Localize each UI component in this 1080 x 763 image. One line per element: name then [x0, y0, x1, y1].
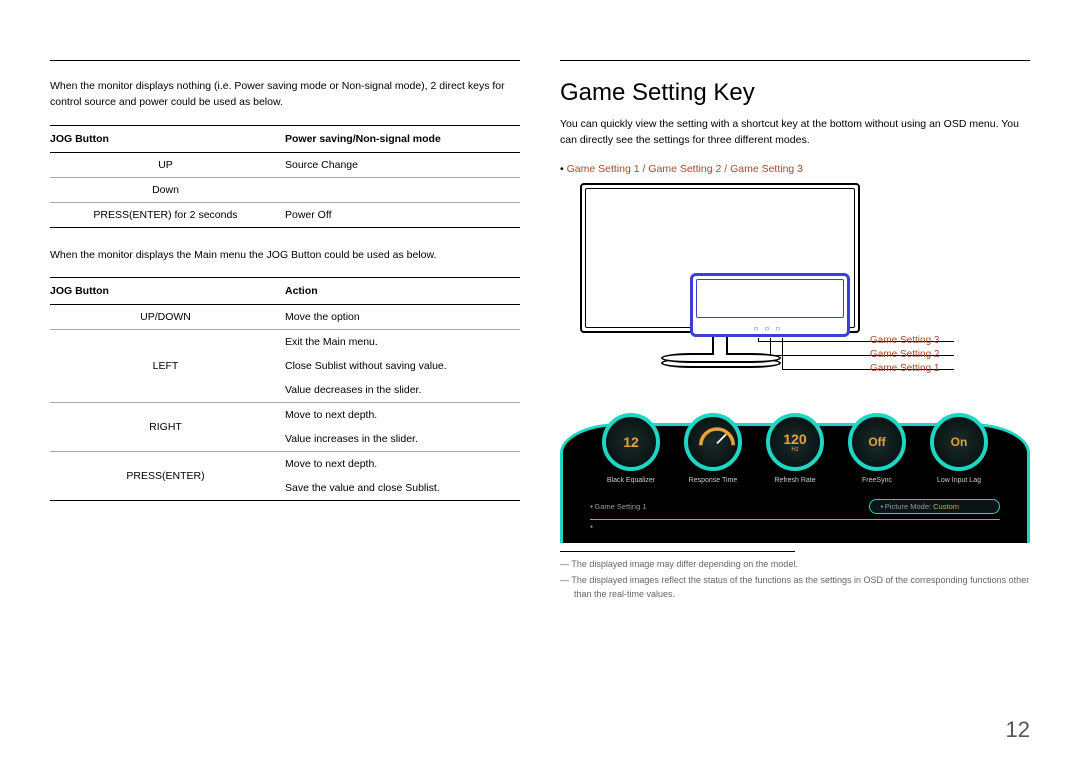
gauge-arc-icon — [698, 429, 736, 447]
page-number: 12 — [1006, 717, 1030, 743]
gauge-response-time: Response Time — [682, 413, 744, 484]
t2-press: PRESS(ENTER) — [50, 452, 285, 501]
t2-r0b: Move the option — [285, 305, 520, 330]
t2-h1: JOG Button — [50, 278, 285, 305]
picture-mode-pill: Picture Mode: Custom — [869, 499, 1000, 514]
osd-panel: 12 Black Equalizer Response Time 120Hz R… — [560, 413, 1030, 543]
t1-h2: Power saving/Non-signal mode — [285, 125, 520, 152]
section-title: Game Setting Key — [560, 79, 1030, 107]
t2-right: RIGHT — [50, 403, 285, 452]
osd-mode-label: Game Setting 1 — [590, 502, 647, 511]
callout-2: Game Setting 2 — [870, 349, 990, 360]
t1-r2a: PRESS(ENTER) for 2 seconds — [50, 202, 285, 227]
footnote-1: The displayed image may differ depending… — [560, 558, 1030, 572]
t1-r0a: UP — [50, 152, 285, 177]
gauge-low-input-lag: On Low Input Lag — [928, 413, 990, 484]
game-setting-bullet: Game Setting 1 / Game Setting 2 / Game S… — [560, 163, 1030, 175]
gauge-freesync: Off FreeSync — [846, 413, 908, 484]
gauge-refresh-rate: 120Hz Refresh Rate — [764, 413, 826, 484]
intro-text-1: When the monitor displays nothing (i.e. … — [50, 79, 520, 111]
bullet-g1: Game Setting 1 — [567, 163, 640, 175]
t2-r2b: Close Sublist without saving value. — [285, 354, 520, 378]
t2-r3b: Value decreases in the slider. — [285, 378, 520, 403]
t1-r0b: Source Change — [285, 152, 520, 177]
right-column: Game Setting Key You can quickly view th… — [560, 60, 1030, 604]
t2-r5b: Value increases in the slider. — [285, 427, 520, 452]
monitor-diagram: ○○○ Game Setting 3 Game Setting 2 Game S… — [560, 183, 1030, 393]
t1-r1b — [285, 177, 520, 202]
t2-h2: Action — [285, 278, 520, 305]
footnote-2: The displayed images reflect the status … — [560, 574, 1030, 601]
t2-left: LEFT — [50, 330, 285, 403]
bullet-g2: Game Setting 2 — [648, 163, 721, 175]
intro-text-2: When the monitor displays the Main menu … — [50, 248, 520, 264]
jog-table-1: JOG Button Power saving/Non-signal mode … — [50, 125, 520, 228]
t2-r6b: Move to next depth. — [285, 452, 520, 477]
button-dots-icon: ○○○ — [693, 324, 847, 333]
t2-r0a: UP/DOWN — [50, 305, 285, 330]
jog-table-2: JOG Button Action UP/DOWN Move the optio… — [50, 277, 520, 501]
left-column: When the monitor displays nothing (i.e. … — [50, 60, 520, 604]
small-monitor-icon: ○○○ — [690, 273, 850, 337]
section-desc: You can quickly view the setting with a … — [560, 117, 1030, 149]
callout-3: Game Setting 1 — [870, 363, 990, 374]
t1-h1: JOG Button — [50, 125, 285, 152]
bullet-g3: Game Setting 3 — [730, 163, 803, 175]
t2-r7b: Save the value and close Sublist. — [285, 476, 520, 501]
gauge-black-equalizer: 12 Black Equalizer — [600, 413, 662, 484]
t1-r2b: Power Off — [285, 202, 520, 227]
callout-1: Game Setting 3 — [870, 335, 990, 346]
t2-r4b: Move to next depth. — [285, 403, 520, 428]
t2-r1b: Exit the Main menu. — [285, 330, 520, 355]
t1-r1a: Down — [50, 177, 285, 202]
